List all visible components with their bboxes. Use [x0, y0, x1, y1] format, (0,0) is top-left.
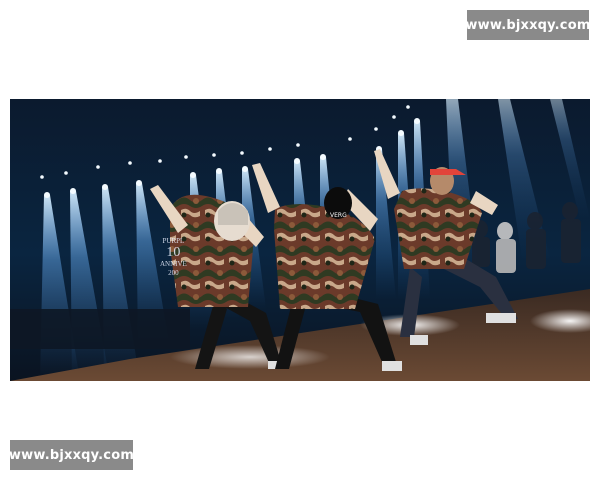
- backdrop-line-2: 10: [166, 245, 181, 260]
- watermark-bottom: www.bjxxqy.com: [8, 440, 135, 470]
- backdrop-line-3: ANNIVE: [160, 260, 187, 268]
- backdrop-line-4: 200: [168, 269, 179, 277]
- watermark-bottom-text: www.bjxxqy.com: [8, 447, 135, 463]
- floor-spot: [170, 345, 330, 369]
- watermark-top-text: www.bjxxqy.com: [465, 17, 591, 33]
- stage-scene: VERG: [10, 99, 590, 381]
- jacket-text: VERG: [330, 212, 347, 219]
- dance-photo: VERG PURPL 10 ANNIVE 200: [10, 99, 590, 381]
- watermark-top: www.bjxxqy.com: [465, 10, 591, 40]
- backdrop-text: PURPL 10 ANNIVE 200: [160, 237, 187, 278]
